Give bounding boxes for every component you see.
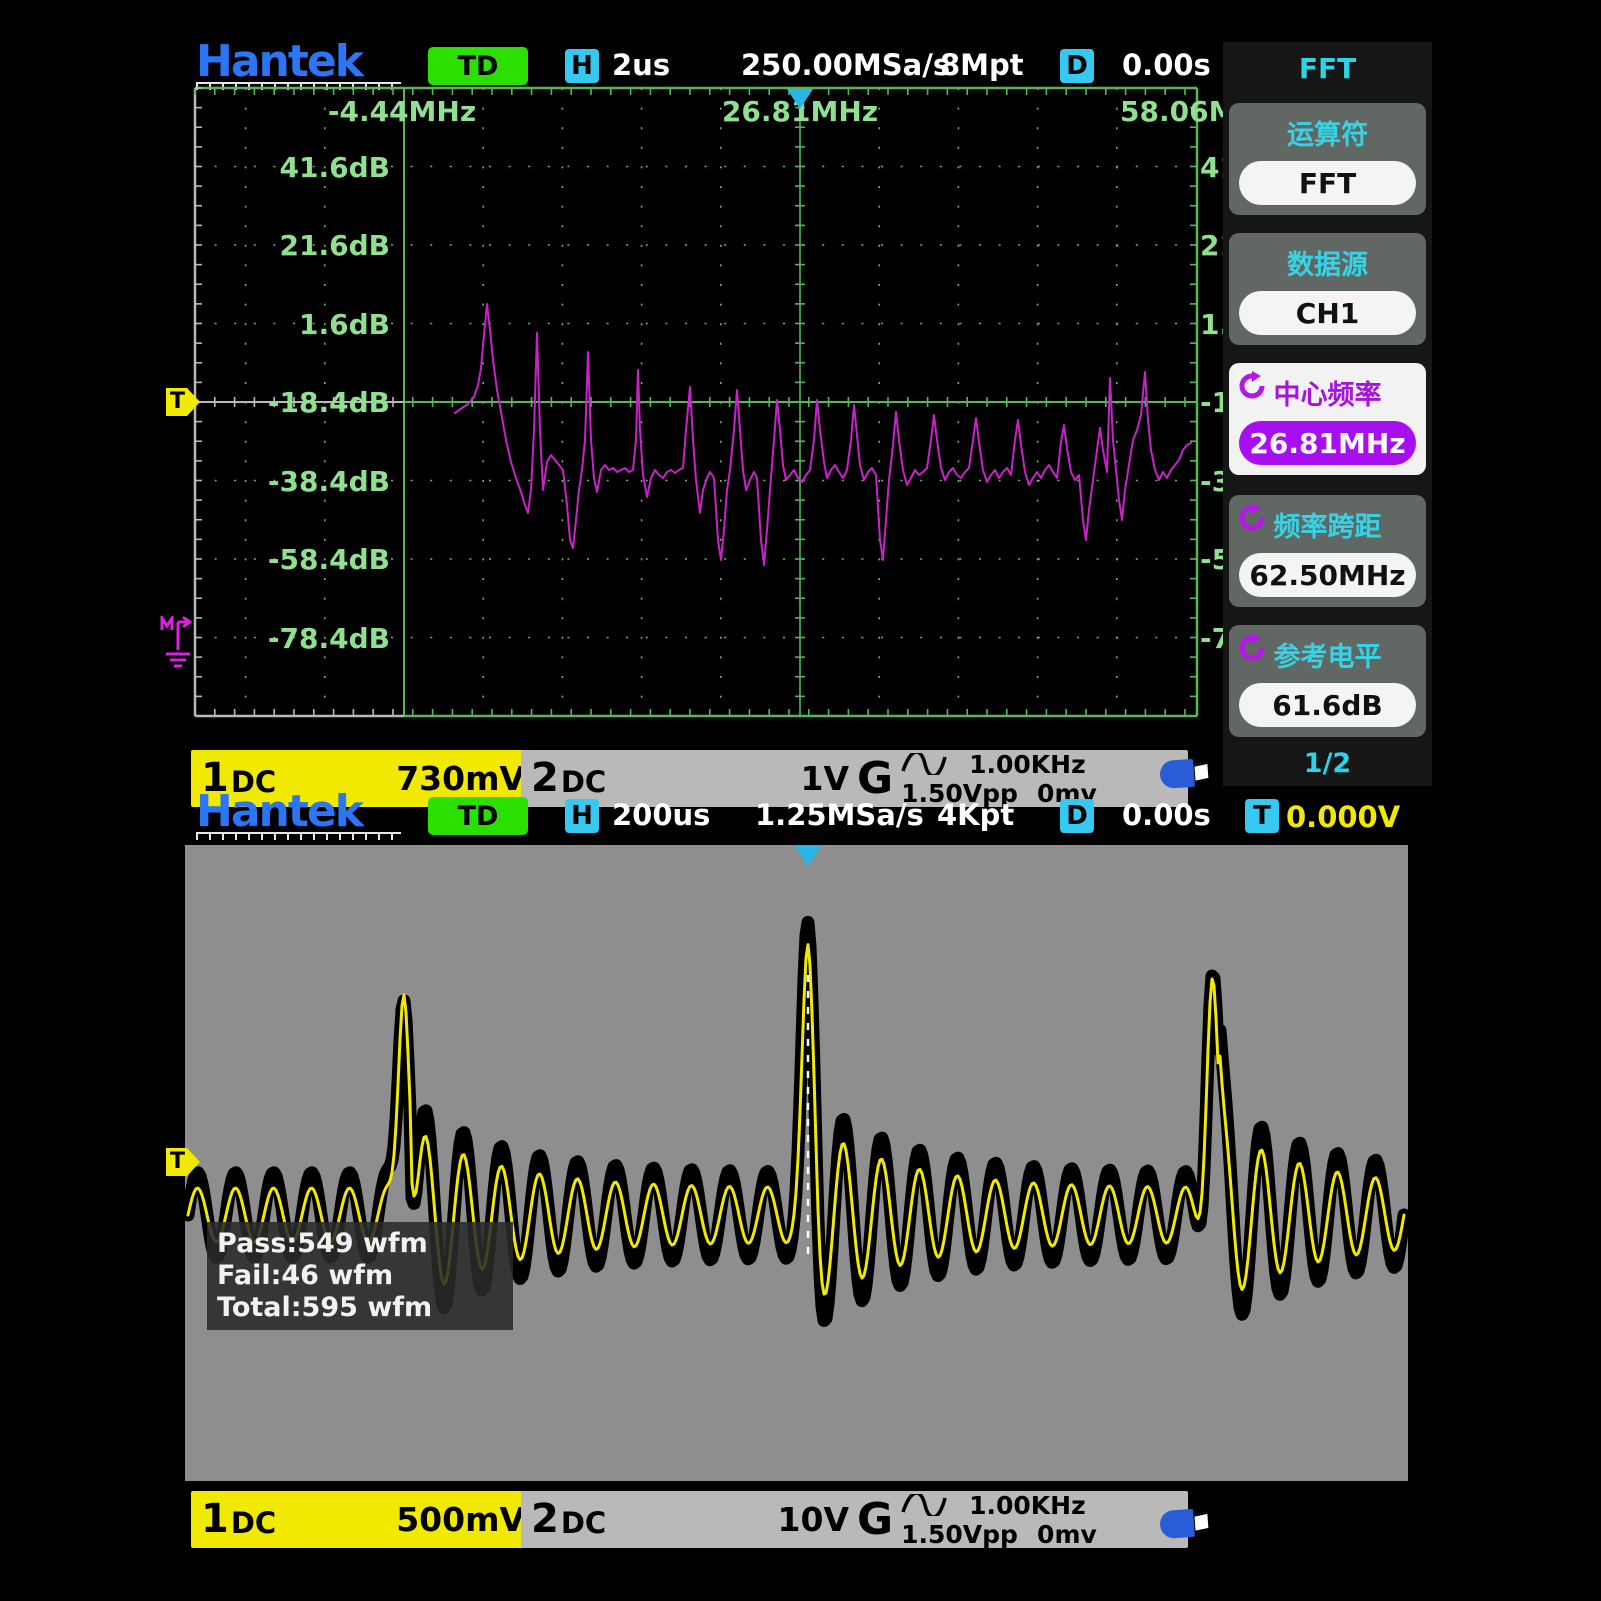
menu-item-operator-value: FFT (1239, 161, 1416, 205)
fail-count: Fail:46 wfm (217, 1260, 503, 1292)
db-label-left: 41.6dB (195, 151, 390, 184)
db-label-left: 21.6dB (195, 229, 390, 262)
db-label-left: -38.4dB (195, 465, 390, 498)
math-reference-marker[interactable] (158, 616, 198, 668)
fft-start-frequency-label: -4.44MHz (292, 95, 512, 128)
horizontal-position-marker[interactable] (787, 89, 813, 109)
menu-item-center-frequency[interactable]: 中心频率 26.81MHz (1229, 363, 1426, 475)
menu-page-indicator: 1/2 (1223, 748, 1432, 779)
menu-item-operator[interactable]: 运算符 FFT (1229, 103, 1426, 215)
db-label-left: -18.4dB (195, 386, 390, 419)
menu-item-source-label: 数据源 (1229, 243, 1426, 282)
menu-item-reference-level-value: 61.6dB (1239, 683, 1416, 727)
menu-item-source[interactable]: 数据源 CH1 (1229, 233, 1426, 345)
menu-item-reference-level-label: 参考电平 (1229, 635, 1426, 674)
menu-item-frequency-span-label: 频率跨距 (1229, 505, 1426, 544)
soft-menu-panel: FFT 运算符 FFT 数据源 CH1 中心频率 26.81MHz 频率跨距 6… (1223, 42, 1432, 786)
fft-stop-frequency-label: 58.06M (1120, 95, 1236, 128)
menu-item-source-value: CH1 (1239, 291, 1416, 335)
menu-item-operator-label: 运算符 (1229, 113, 1426, 152)
fft-trace (455, 304, 1191, 565)
db-label-left: 1.6dB (195, 308, 390, 341)
total-count: Total:595 wfm (217, 1292, 503, 1324)
horizontal-position-marker-2[interactable] (795, 846, 821, 866)
menu-item-center-frequency-label: 中心频率 (1229, 373, 1426, 412)
mask-test-statistics: Pass:549 wfm Fail:46 wfm Total:595 wfm (207, 1222, 513, 1330)
menu-item-frequency-span[interactable]: 频率跨距 62.50MHz (1229, 495, 1426, 607)
db-label-left: -78.4dB (195, 622, 390, 655)
db-label-left: -58.4dB (195, 543, 390, 576)
menu-item-frequency-span-value: 62.50MHz (1239, 553, 1416, 597)
oscilloscope-screenshots: Hantek TD H 2us 250.00MSa/s 8Mpt D 0.00s… (0, 0, 1601, 1601)
pass-count: Pass:549 wfm (217, 1228, 503, 1260)
menu-title: FFT (1223, 52, 1432, 85)
menu-item-reference-level[interactable]: 参考电平 61.6dB (1229, 625, 1426, 737)
menu-item-center-frequency-value: 26.81MHz (1239, 421, 1416, 465)
